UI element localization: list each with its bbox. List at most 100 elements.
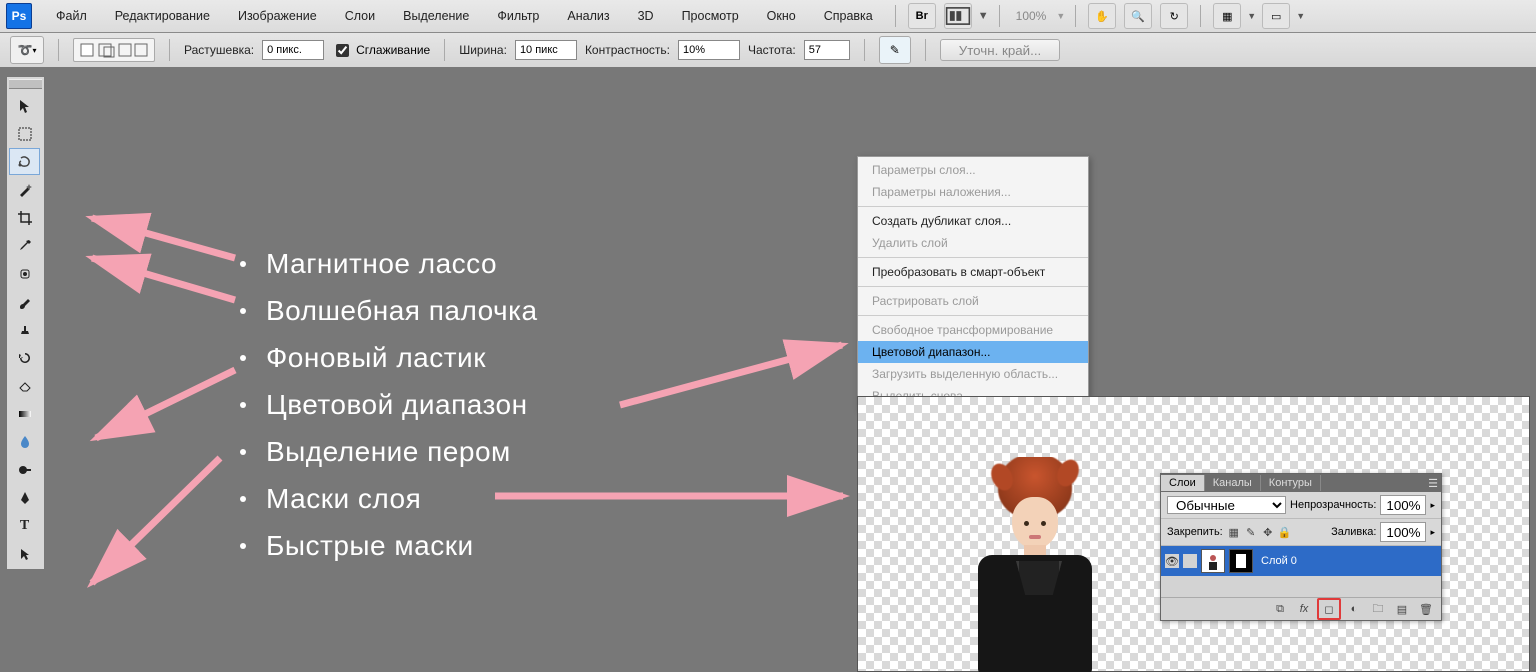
menu-analysis[interactable]: Анализ (555, 3, 621, 29)
lock-buttons[interactable]: ▦ ✎ ✥ 🔒 (1227, 525, 1292, 539)
lock-label: Закрепить: (1167, 526, 1223, 538)
tab-layers[interactable]: Слои (1161, 475, 1205, 491)
spot-healing-tool[interactable] (9, 260, 40, 287)
new-layer-button[interactable]: ▤ (1391, 599, 1413, 619)
path-selection-tool[interactable] (9, 540, 40, 567)
rotate-view-button[interactable]: ↻ (1160, 3, 1188, 29)
contrast-label: Контрастность: (585, 43, 670, 57)
gradient-tool[interactable] (9, 400, 40, 427)
ctx-duplicate-layer[interactable]: Создать дубликат слоя... (858, 210, 1088, 232)
antialias-checkbox[interactable]: Сглаживание (332, 41, 430, 60)
delete-layer-button[interactable]: 🗑 (1415, 599, 1437, 619)
mask-thumbnail[interactable] (1229, 549, 1253, 573)
lock-pixels-icon[interactable]: ✎ (1244, 525, 1258, 539)
selection-mode-group[interactable] (73, 38, 155, 62)
layer-name[interactable]: Слой 0 (1257, 555, 1297, 567)
zoom-tool-button[interactable]: 🔍 (1124, 3, 1152, 29)
opacity-label: Непрозрачность: (1290, 499, 1376, 511)
menu-file[interactable]: Файл (44, 3, 99, 29)
separator (858, 206, 1088, 207)
feather-label: Растушевка: (184, 43, 254, 57)
adjustment-layer-button[interactable]: ◐ (1343, 599, 1365, 619)
menu-filter[interactable]: Фильтр (485, 3, 551, 29)
annotation-item: Быстрые маски (266, 522, 474, 569)
panel-menu-icon[interactable]: ☰ (1425, 477, 1441, 490)
brush-tool[interactable] (9, 288, 40, 315)
lasso-tool[interactable] (9, 148, 40, 175)
menu-3d[interactable]: 3D (626, 3, 666, 29)
ctx-layer-properties[interactable]: Параметры слоя... (858, 159, 1088, 181)
history-brush-tool[interactable] (9, 344, 40, 371)
layer-style-button[interactable]: fx (1293, 599, 1315, 619)
mini-bridge-button[interactable] (944, 3, 972, 29)
width-input[interactable] (515, 40, 577, 60)
contrast-input[interactable] (678, 40, 740, 60)
ctx-convert-smart-object[interactable]: Преобразовать в смарт-объект (858, 261, 1088, 283)
toolbox: T (6, 76, 45, 570)
refine-edge-button[interactable]: Уточн. край... (940, 39, 1060, 61)
menu-edit[interactable]: Редактирование (103, 3, 222, 29)
visibility-toggle[interactable]: 👁 (1165, 554, 1179, 568)
magic-wand-tool[interactable] (9, 176, 40, 203)
pen-tool[interactable] (9, 484, 40, 511)
tablet-pressure-button[interactable]: ✎ (879, 36, 911, 64)
ctx-color-range[interactable]: Цветовой диапазон... (858, 341, 1088, 363)
layers-panel: Слои Каналы Контуры ☰ Обычные Непрозрачн… (1160, 473, 1442, 621)
feather-input[interactable] (262, 40, 324, 60)
screen-icon: ▭ (1271, 10, 1281, 23)
tab-channels[interactable]: Каналы (1205, 475, 1261, 491)
ctx-blending-options[interactable]: Параметры наложения... (858, 181, 1088, 203)
fill-input[interactable] (1380, 522, 1426, 542)
separator (999, 5, 1000, 27)
lock-all-icon[interactable]: 🔒 (1278, 525, 1292, 539)
hand-tool-button[interactable]: ✋ (1088, 3, 1116, 29)
add-mask-button[interactable]: ◻ (1317, 598, 1341, 620)
menu-select[interactable]: Выделение (391, 3, 481, 29)
marquee-tool[interactable] (9, 120, 40, 147)
eraser-tool[interactable] (9, 372, 40, 399)
blur-tool[interactable] (9, 428, 40, 455)
frequency-label: Частота: (748, 43, 796, 57)
ctx-load-selection[interactable]: Загрузить выделенную область... (858, 363, 1088, 385)
move-tool[interactable] (9, 92, 40, 119)
separator (858, 257, 1088, 258)
ctx-delete-layer[interactable]: Удалить слой (858, 232, 1088, 254)
document-canvas[interactable]: Слои Каналы Контуры ☰ Обычные Непрозрачн… (857, 396, 1530, 672)
bridge-button[interactable]: Br (908, 3, 936, 29)
hand-icon: ✋ (1095, 10, 1109, 23)
menu-layer[interactable]: Слои (333, 3, 387, 29)
menu-help[interactable]: Справка (812, 3, 885, 29)
separator (169, 39, 170, 61)
type-tool[interactable]: T (9, 512, 40, 539)
panel-drag-handle[interactable] (9, 79, 42, 89)
menu-bar: Ps Файл Редактирование Изображение Слои … (0, 0, 1536, 33)
new-group-button[interactable]: 🗀 (1367, 599, 1389, 619)
screen-mode-button[interactable]: ▭ (1262, 3, 1290, 29)
lock-position-icon[interactable]: ✥ (1261, 525, 1275, 539)
annotation-item: Магнитное лассо (266, 240, 497, 287)
opacity-input[interactable] (1380, 495, 1426, 515)
annotation-item: Волшебная палочка (266, 287, 538, 334)
layer-row[interactable]: 👁 Слой 0 (1161, 546, 1441, 576)
grid-icon: ▦ (1222, 10, 1232, 23)
menu-image[interactable]: Изображение (226, 3, 329, 29)
dodge-tool[interactable] (9, 456, 40, 483)
ctx-free-transform[interactable]: Свободное трансформирование (858, 319, 1088, 341)
blend-mode-select[interactable]: Обычные (1167, 496, 1286, 514)
eyedropper-tool[interactable] (9, 232, 40, 259)
link-layers-button[interactable]: ⧉ (1269, 599, 1291, 619)
ctx-rasterize-layer[interactable]: Растрировать слой (858, 290, 1088, 312)
tab-paths[interactable]: Контуры (1261, 475, 1321, 491)
menu-window[interactable]: Окно (755, 3, 808, 29)
zoom-icon: 🔍 (1131, 10, 1145, 23)
clone-stamp-tool[interactable] (9, 316, 40, 343)
crop-tool[interactable] (9, 204, 40, 231)
menu-view[interactable]: Просмотр (670, 3, 751, 29)
active-tool-icon[interactable]: ➰▾ (10, 36, 44, 64)
separator (895, 5, 896, 27)
lock-transparent-icon[interactable]: ▦ (1227, 525, 1241, 539)
frequency-input[interactable] (804, 40, 850, 60)
layer-thumbnail[interactable] (1201, 549, 1225, 573)
arrange-docs-button[interactable]: ▦ (1213, 3, 1241, 29)
pen-pressure-icon: ✎ (890, 43, 900, 57)
